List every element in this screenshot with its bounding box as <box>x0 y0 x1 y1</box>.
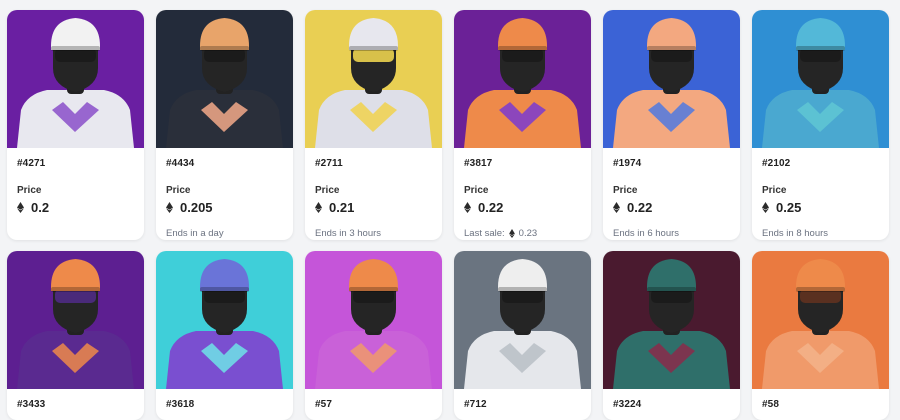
token-id: #2711 <box>315 158 343 169</box>
nft-info: #1974 Price 0.22 Ends in 6 hours <box>603 148 740 239</box>
token-id: #3817 <box>464 158 493 169</box>
nft-image[interactable] <box>454 10 591 148</box>
nft-grid: #4271 Price 0.2 #4434 Price 0.205 Ends in a d… <box>0 0 900 420</box>
price-row: 0.2 <box>17 200 134 215</box>
nft-image[interactable] <box>603 251 740 389</box>
price-value: 0.2 <box>31 200 50 215</box>
nft-card[interactable]: #3618 <box>156 251 293 420</box>
nft-info: #712 <box>454 389 591 410</box>
token-id: #4271 <box>17 158 46 169</box>
nft-info: #57 <box>305 389 442 410</box>
nft-image[interactable] <box>752 251 889 389</box>
price-row: 0.205 <box>166 200 283 215</box>
token-id: #3224 <box>613 399 642 410</box>
ethereum-icon <box>613 202 620 213</box>
price-row: 0.22 <box>613 200 730 215</box>
token-id: #2102 <box>762 158 791 169</box>
nft-info: #3618 <box>156 389 293 410</box>
last-sale-label: Last sale: <box>464 228 505 239</box>
nft-info: #3817 Price 0.22 Last sale: 0.23 <box>454 148 591 239</box>
price-label: Price <box>315 185 340 196</box>
last-sale: Last sale: 0.23 <box>464 228 581 239</box>
nft-card[interactable]: #4271 Price 0.2 <box>7 10 144 240</box>
auction-ends: Ends in 6 hours <box>613 228 680 239</box>
ethereum-icon <box>315 202 322 213</box>
auction-ends: Ends in 8 hours <box>762 228 829 239</box>
nft-card[interactable]: #57 <box>305 251 442 420</box>
nft-card[interactable]: #2711 Price 0.21 Ends in 3 hours <box>305 10 442 240</box>
nft-image[interactable] <box>752 10 889 148</box>
price-row: 0.25 <box>762 200 879 215</box>
auction-ends: Ends in 3 hours <box>315 228 382 239</box>
price-label: Price <box>17 185 42 196</box>
price-value: 0.25 <box>776 200 802 215</box>
nft-card[interactable]: #4434 Price 0.205 Ends in a day <box>156 10 293 240</box>
price-value: 0.205 <box>180 200 213 215</box>
ethereum-icon <box>17 202 24 213</box>
nft-image[interactable] <box>454 251 591 389</box>
token-id: #3433 <box>17 399 46 410</box>
price-label: Price <box>613 185 638 196</box>
nft-info: #4434 Price 0.205 Ends in a day <box>156 148 293 239</box>
ethereum-icon <box>166 202 173 213</box>
token-id: #4434 <box>166 158 195 169</box>
token-id: #1974 <box>613 158 642 169</box>
ethereum-icon <box>508 229 515 238</box>
token-id: #58 <box>762 399 779 410</box>
price-row: 0.22 <box>464 200 581 215</box>
nft-card[interactable]: #712 <box>454 251 591 420</box>
nft-card[interactable]: #1974 Price 0.22 Ends in 6 hours <box>603 10 740 240</box>
nft-image[interactable] <box>156 10 293 148</box>
nft-image[interactable] <box>156 251 293 389</box>
ethereum-icon <box>762 202 769 213</box>
nft-image[interactable] <box>603 10 740 148</box>
nft-info: #3433 <box>7 389 144 410</box>
price-label: Price <box>762 185 787 196</box>
ethereum-icon <box>464 202 471 213</box>
nft-card[interactable]: #3817 Price 0.22 Last sale: 0.23 <box>454 10 591 240</box>
nft-card[interactable]: #3224 <box>603 251 740 420</box>
token-id: #57 <box>315 399 332 410</box>
nft-info: #58 <box>752 389 889 410</box>
nft-info: #4271 Price 0.2 <box>7 148 144 215</box>
nft-info: #2102 Price 0.25 Ends in 8 hours <box>752 148 889 239</box>
price-value: 0.21 <box>329 200 355 215</box>
price-value: 0.22 <box>627 200 653 215</box>
price-value: 0.22 <box>478 200 504 215</box>
nft-info: #3224 <box>603 389 740 410</box>
nft-card[interactable]: #58 <box>752 251 889 420</box>
last-sale-value: 0.23 <box>518 228 538 239</box>
nft-image[interactable] <box>7 10 144 148</box>
nft-info: #2711 Price 0.21 Ends in 3 hours <box>305 148 442 239</box>
nft-card[interactable]: #3433 <box>7 251 144 420</box>
token-id: #3618 <box>166 399 195 410</box>
price-label: Price <box>464 185 489 196</box>
nft-card[interactable]: #2102 Price 0.25 Ends in 8 hours <box>752 10 889 240</box>
nft-image[interactable] <box>305 10 442 148</box>
auction-ends: Ends in a day <box>166 228 224 239</box>
token-id: #712 <box>464 399 487 410</box>
nft-image[interactable] <box>305 251 442 389</box>
price-label: Price <box>166 185 191 196</box>
price-row: 0.21 <box>315 200 432 215</box>
nft-image[interactable] <box>7 251 144 389</box>
